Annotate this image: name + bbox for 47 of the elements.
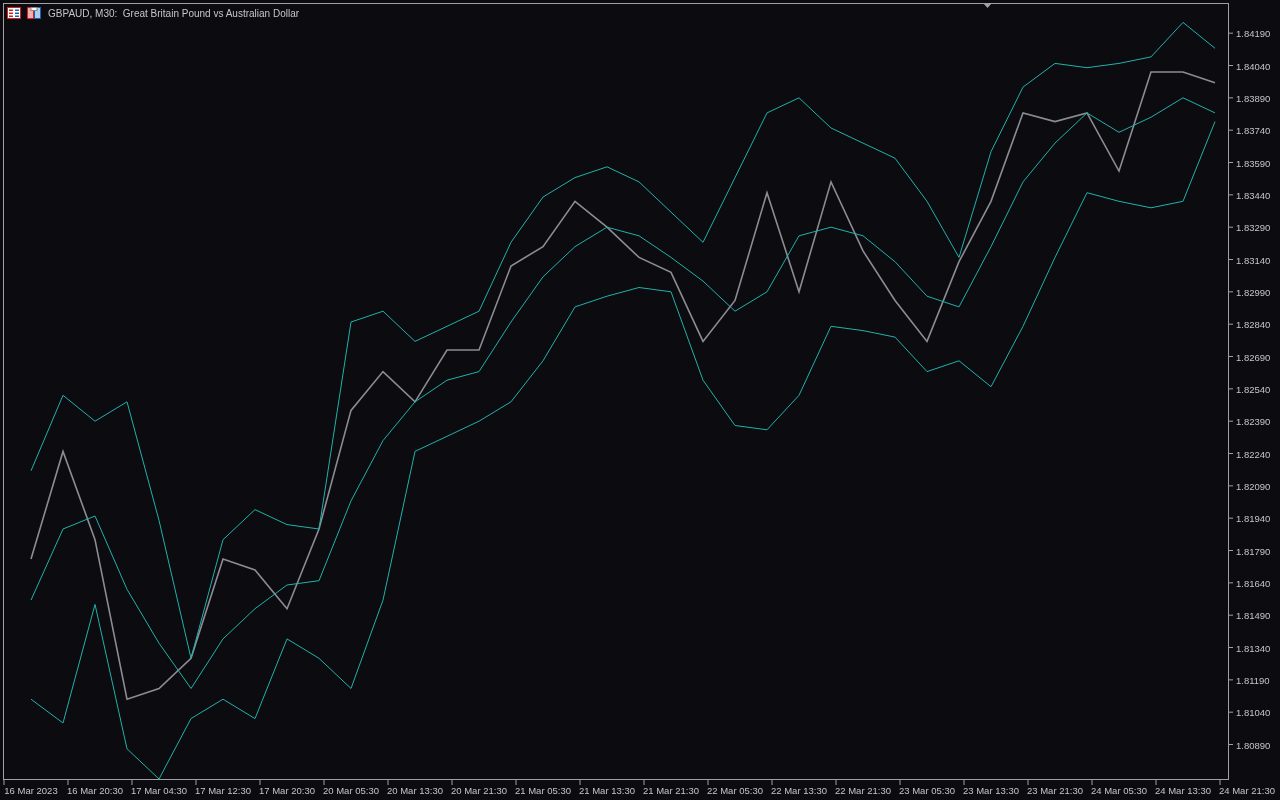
- time-label: 22 Mar 13:30: [771, 785, 827, 796]
- time-label: 21 Mar 21:30: [643, 785, 699, 796]
- time-label: 22 Mar 21:30: [835, 785, 891, 796]
- time-label: 23 Mar 13:30: [963, 785, 1019, 796]
- time-label: 21 Mar 05:30: [515, 785, 571, 796]
- time-label: 16 Mar 2023: [4, 785, 58, 796]
- time-label: 22 Mar 05:30: [707, 785, 763, 796]
- price-label: 1.83440: [1236, 189, 1271, 201]
- window-title: GBPAUD, M30: Great Britain Pound vs Australian Dollar: [48, 7, 300, 19]
- price-label: 1.83890: [1236, 92, 1271, 104]
- price-label: 1.82240: [1236, 448, 1271, 460]
- window-icon: [27, 7, 41, 19]
- price-label: 1.83140: [1236, 254, 1271, 266]
- price-label: 1.81190: [1236, 674, 1270, 686]
- time-label: 17 Mar 04:30: [131, 785, 187, 796]
- time-label: 20 Mar 21:30: [451, 785, 507, 796]
- price-label: 1.81790: [1236, 545, 1271, 557]
- time-label: 16 Mar 20:30: [67, 785, 123, 796]
- triangle-icon: [983, 3, 992, 8]
- time-label: 20 Mar 13:30: [387, 785, 443, 796]
- price-label: 1.83290: [1236, 222, 1271, 234]
- time-label: 20 Mar 05:30: [323, 785, 379, 796]
- time-label: 24 Mar 13:30: [1155, 785, 1211, 796]
- price-label: 1.82840: [1236, 319, 1271, 331]
- price-label: 1.82690: [1236, 351, 1271, 363]
- time-label: 21 Mar 13:30: [579, 785, 635, 796]
- price-label: 1.80890: [1236, 739, 1271, 751]
- price-label: 1.81340: [1236, 642, 1271, 654]
- price-label: 1.81940: [1236, 513, 1271, 525]
- price-label: 1.82390: [1236, 416, 1271, 428]
- time-label: 24 Mar 05:30: [1091, 785, 1147, 796]
- price-label: 1.82090: [1236, 480, 1271, 492]
- price-label: 1.83740: [1236, 125, 1271, 137]
- price-label: 1.84190: [1236, 28, 1271, 40]
- price-label: 1.82540: [1236, 383, 1271, 395]
- time-label: 23 Mar 05:30: [899, 785, 955, 796]
- price-label: 1.84040: [1236, 60, 1271, 72]
- price-label: 1.81490: [1236, 610, 1271, 622]
- time-label: 23 Mar 21:30: [1027, 785, 1083, 796]
- time-label: 17 Mar 20:30: [259, 785, 315, 796]
- grid-icon: [7, 7, 21, 19]
- time-label: 17 Mar 12:30: [195, 785, 251, 796]
- price-label: 1.81640: [1236, 577, 1271, 589]
- price-label: 1.81040: [1236, 707, 1271, 719]
- time-label: 24 Mar 21:30: [1219, 785, 1275, 796]
- price-label: 1.83590: [1236, 157, 1271, 169]
- price-label: 1.82990: [1236, 286, 1271, 298]
